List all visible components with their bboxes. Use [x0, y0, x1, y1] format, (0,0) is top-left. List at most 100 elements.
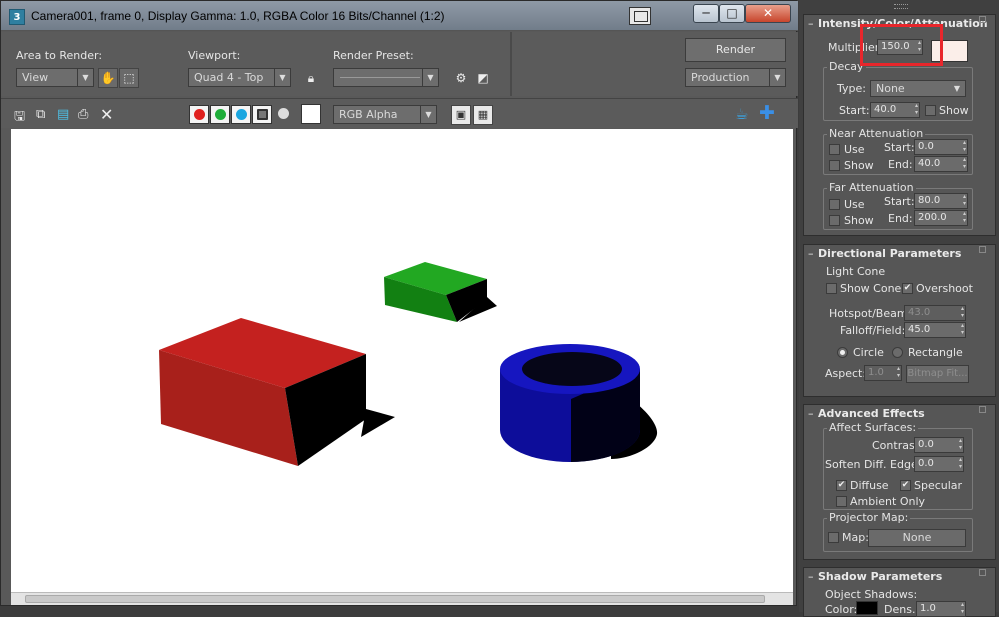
color-swatch-icon[interactable] — [301, 104, 321, 124]
contrast-spinner[interactable]: 0.0 — [914, 437, 964, 453]
shadow-parameters-rollout: Shadow Parameters Object Shadows: Color:… — [803, 567, 996, 617]
ambient-only-checkbox[interactable] — [836, 496, 847, 507]
area-to-render-label: Area to Render: — [16, 49, 103, 62]
toggle-overlay-icon[interactable]: ▦ — [473, 105, 493, 125]
clear-icon[interactable]: ✕ — [100, 105, 113, 124]
save-icon[interactable]: 🖫 — [14, 107, 25, 129]
toggle-ui-icon[interactable]: ▣ — [451, 105, 471, 125]
dens-spinner[interactable]: 1.0 — [916, 601, 966, 617]
green-channel-button[interactable] — [210, 105, 230, 124]
specular-checkbox[interactable]: ✔ — [900, 480, 911, 491]
auto-region-icon[interactable]: ⬚ — [119, 68, 139, 88]
preset-empty-line — [340, 77, 420, 78]
drag-handle-icon[interactable] — [894, 4, 908, 9]
far-show-label: Show — [844, 214, 874, 227]
red-channel-button[interactable] — [189, 105, 209, 124]
far-start-spinner[interactable]: 80.0 — [914, 193, 968, 209]
decay-show-checkbox[interactable] — [925, 105, 936, 116]
shadow-color-swatch[interactable] — [856, 601, 878, 615]
production-dropdown[interactable]: Production ▼ — [685, 68, 786, 87]
shadow-rollout-header[interactable]: Shadow Parameters — [804, 568, 995, 586]
decay-start-label: Start: — [839, 104, 870, 117]
near-end-spinner[interactable]: 40.0 — [914, 156, 968, 172]
render-preset-label: Render Preset: — [333, 49, 414, 62]
crosshair-icon[interactable]: ✚ — [759, 102, 775, 124]
hand-pan-icon[interactable]: ✋ — [98, 68, 118, 88]
directional-rollout-header[interactable]: Directional Parameters — [804, 245, 995, 263]
close-button[interactable]: ✕ — [745, 4, 791, 23]
far-use-checkbox[interactable] — [829, 199, 840, 210]
falloff-label: Falloff/Field: — [840, 324, 906, 337]
pin-icon[interactable] — [979, 569, 986, 576]
dens-label: Dens. — [884, 603, 916, 616]
overshoot-label: Overshoot — [916, 282, 973, 295]
show-cone-checkbox[interactable] — [826, 283, 837, 294]
print-icon[interactable]: ⎙ — [78, 107, 88, 122]
teapot-icon[interactable]: ☕ — [735, 105, 748, 123]
render-canvas[interactable] — [11, 129, 793, 592]
hotspot-spinner[interactable]: 43.0 — [904, 305, 966, 321]
clone-icon[interactable]: ▤ — [57, 107, 69, 122]
near-attenuation-group: Near Attenuation Use Show Start: 0.0 End… — [823, 127, 973, 175]
chevron-down-icon: ▼ — [77, 69, 93, 86]
rectangle-label: Rectangle — [908, 346, 963, 359]
pin-icon[interactable] — [979, 16, 986, 23]
lock-icon[interactable]: 🔒︎ — [301, 68, 321, 88]
circle-radio[interactable] — [837, 347, 848, 358]
hotspot-label: Hotspot/Beam: — [829, 307, 912, 320]
projector-map-button[interactable]: None — [868, 529, 966, 547]
far-show-checkbox[interactable] — [829, 215, 840, 226]
pin-icon[interactable] — [979, 246, 986, 253]
decay-show-label: Show — [939, 104, 969, 117]
decay-group: Decay Type: None▼ Start: 40.0 Show — [823, 60, 973, 121]
far-end-label: End: — [888, 212, 913, 225]
render-setup-icon[interactable]: ⚙ — [451, 68, 471, 88]
window-layout-icon[interactable] — [629, 7, 651, 25]
scrollbar-thumb[interactable] — [25, 595, 765, 603]
overshoot-checkbox[interactable]: ✔ — [902, 283, 913, 294]
environment-icon[interactable]: ◩ — [473, 68, 493, 88]
aspect-spinner[interactable]: 1.0 — [864, 365, 902, 381]
ambient-only-label: Ambient Only — [850, 495, 926, 508]
green-channel-icon — [215, 109, 226, 120]
render-button[interactable]: Render — [685, 38, 786, 62]
near-show-checkbox[interactable] — [829, 160, 840, 171]
maximize-button[interactable]: □ — [719, 4, 745, 23]
chevron-down-icon: ▼ — [420, 106, 436, 123]
near-show-label: Show — [844, 159, 874, 172]
decay-type-label: Type: — [837, 82, 866, 95]
soften-label: Soften Diff. Edge: — [825, 458, 922, 471]
copy-icon[interactable]: ⧉ — [36, 107, 45, 122]
rectangle-radio[interactable] — [892, 347, 903, 358]
near-end-label: End: — [888, 158, 913, 171]
decay-start-spinner[interactable]: 40.0 — [870, 102, 920, 118]
light-cone-label: Light Cone — [826, 265, 886, 278]
alpha-channel-button[interactable] — [252, 105, 272, 124]
projector-map-group: Projector Map: Map: None — [823, 511, 973, 552]
minimize-button[interactable]: ─ — [693, 4, 719, 23]
red-box-shadow — [361, 409, 395, 437]
viewport-dropdown[interactable]: Quad 4 - Top ▼ — [188, 68, 291, 87]
pin-icon[interactable] — [979, 406, 986, 413]
decay-type-dropdown[interactable]: None ▼ — [870, 80, 966, 97]
map-label: Map: — [842, 531, 869, 544]
viewport-label: Viewport: — [188, 49, 241, 62]
map-checkbox[interactable] — [828, 532, 839, 543]
diffuse-checkbox[interactable]: ✔ — [836, 480, 847, 491]
channel-dropdown[interactable]: RGB Alpha ▼ — [333, 105, 437, 124]
near-start-spinner[interactable]: 0.0 — [914, 139, 968, 155]
rendered-scene — [159, 262, 658, 466]
far-end-spinner[interactable]: 200.0 — [914, 210, 968, 226]
near-use-checkbox[interactable] — [829, 144, 840, 155]
soften-spinner[interactable]: 0.0 — [914, 456, 964, 472]
render-preset-dropdown[interactable]: ▼ — [333, 68, 439, 87]
blue-channel-button[interactable] — [231, 105, 251, 124]
diffuse-label: Diffuse — [850, 479, 889, 492]
area-to-render-dropdown[interactable]: View ▼ — [16, 68, 94, 87]
horizontal-scrollbar[interactable] — [11, 592, 793, 605]
app-icon: 3 — [9, 9, 25, 25]
title-bar[interactable]: 3 Camera001, frame 0, Display Gamma: 1.0… — [1, 1, 798, 31]
mono-icon[interactable] — [278, 108, 289, 119]
bitmap-fit-button[interactable]: Bitmap Fit... — [906, 365, 969, 383]
falloff-spinner[interactable]: 45.0 — [904, 322, 966, 338]
